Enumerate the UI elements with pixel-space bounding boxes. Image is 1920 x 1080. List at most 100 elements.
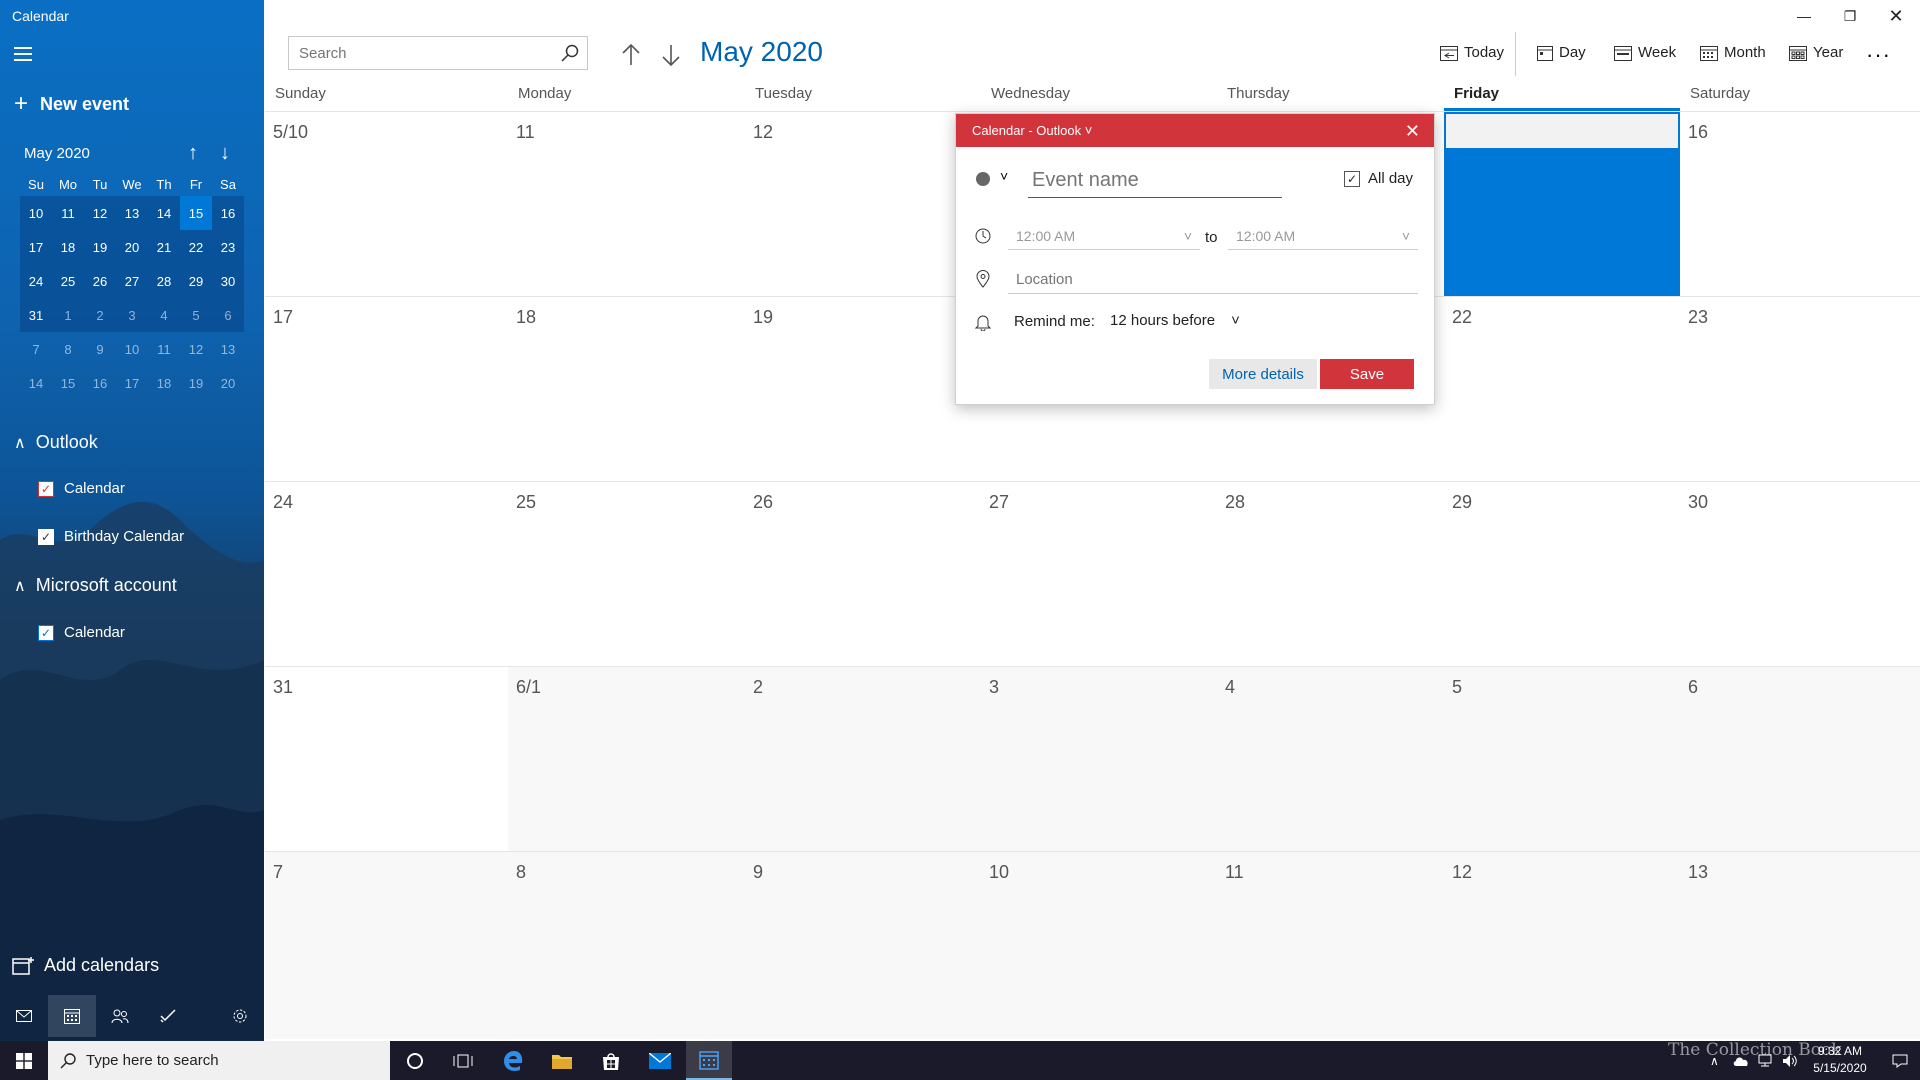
month-view-button[interactable]: Month: [1700, 44, 1766, 61]
more-details-button[interactable]: More details: [1209, 359, 1317, 389]
mini-calendar-day[interactable]: 30: [212, 264, 244, 298]
checkbox-checked-icon[interactable]: ✓: [1344, 170, 1360, 187]
day-cell[interactable]: 28: [1217, 481, 1444, 666]
mini-calendar-day[interactable]: 4: [148, 298, 180, 332]
day-cell[interactable]: 26: [745, 481, 981, 666]
mini-calendar-day[interactable]: 29: [180, 264, 212, 298]
mini-calendar-day[interactable]: 7: [20, 332, 52, 366]
mini-calendar-day[interactable]: 26: [84, 264, 116, 298]
save-button[interactable]: Save: [1320, 359, 1414, 389]
day-cell[interactable]: 27: [981, 481, 1217, 666]
taskbar-search-box[interactable]: Type here to search: [48, 1041, 390, 1080]
mini-calendar-day[interactable]: 11: [148, 332, 180, 366]
mini-next-arrow-icon[interactable]: ↓: [220, 143, 230, 163]
mini-calendar-day[interactable]: 17: [20, 230, 52, 264]
mini-calendar-day[interactable]: 14: [20, 366, 52, 400]
day-cell[interactable]: 30: [1680, 481, 1920, 666]
all-day-checkbox[interactable]: ✓ All day: [1344, 170, 1413, 187]
mini-calendar-day[interactable]: 9: [84, 332, 116, 366]
mini-calendar-day[interactable]: 11: [52, 196, 84, 230]
mini-calendar-day[interactable]: 22: [180, 230, 212, 264]
mini-calendar-day[interactable]: 24: [20, 264, 52, 298]
day-cell[interactable]: 11: [1217, 851, 1444, 1039]
day-cell[interactable]: 18: [508, 296, 745, 481]
mini-calendar-day[interactable]: 14: [148, 196, 180, 230]
day-cell[interactable]: 25: [508, 481, 745, 666]
mini-calendar-day[interactable]: 3: [116, 298, 148, 332]
mini-calendar-day[interactable]: 13: [116, 196, 148, 230]
day-cell[interactable]: 11: [508, 111, 745, 296]
mini-calendar-day[interactable]: 16: [212, 196, 244, 230]
day-cell[interactable]: 6: [1680, 666, 1920, 851]
mini-calendar-day[interactable]: 10: [116, 332, 148, 366]
mini-calendar-day[interactable]: 2: [84, 298, 116, 332]
day-cell[interactable]: 22: [1444, 296, 1680, 481]
cortana-icon[interactable]: [392, 1041, 438, 1080]
day-cell[interactable]: 29: [1444, 481, 1680, 666]
start-time-dropdown[interactable]: 12:00 AM ˅: [1008, 222, 1200, 250]
windows-start-icon[interactable]: [0, 1041, 48, 1080]
edge-browser-icon[interactable]: [490, 1041, 536, 1080]
search-icon[interactable]: [553, 37, 587, 69]
day-cell[interactable]: 12: [745, 111, 981, 296]
end-time-dropdown[interactable]: 12:00 AM ˅: [1228, 222, 1418, 250]
chevron-down-icon[interactable]: ˅: [1000, 168, 1008, 184]
mail-app-icon[interactable]: [637, 1041, 683, 1080]
group-outlook[interactable]: ∧ Outlook: [14, 432, 98, 453]
calendar-selector[interactable]: Calendar - Outlook ˅: [972, 123, 1092, 138]
people-icon[interactable]: [96, 995, 144, 1037]
week-view-button[interactable]: Week: [1614, 44, 1676, 61]
restore-icon[interactable]: ❐: [1832, 4, 1868, 28]
mini-calendar-day[interactable]: 15: [52, 366, 84, 400]
mini-calendar-day[interactable]: 20: [116, 230, 148, 264]
day-cell[interactable]: 12: [1444, 851, 1680, 1039]
mini-calendar-day[interactable]: 19: [180, 366, 212, 400]
mini-calendar-day[interactable]: 28: [148, 264, 180, 298]
group-microsoft-account[interactable]: ∧ Microsoft account: [14, 575, 177, 596]
mini-calendar-day[interactable]: 31: [20, 298, 52, 332]
new-event-button[interactable]: + New event: [14, 92, 129, 116]
mini-calendar-day[interactable]: 19: [84, 230, 116, 264]
mini-calendar-day[interactable]: 12: [180, 332, 212, 366]
file-explorer-icon[interactable]: [539, 1041, 585, 1080]
day-cell[interactable]: 17: [265, 296, 508, 481]
day-cell[interactable]: 5: [1444, 666, 1680, 851]
search-input[interactable]: [289, 37, 553, 69]
mini-calendar-month-label[interactable]: May 2020: [24, 145, 90, 162]
calendar-item-outlook-calendar[interactable]: ✓ Calendar: [38, 480, 125, 497]
day-cell[interactable]: 4: [1217, 666, 1444, 851]
day-cell[interactable]: 6/1: [508, 666, 745, 851]
day-cell[interactable]: 10: [981, 851, 1217, 1039]
mini-calendar-day[interactable]: 10: [20, 196, 52, 230]
day-cell[interactable]: 31: [265, 666, 508, 851]
reminder-dropdown[interactable]: 12 hours before ˅: [1110, 312, 1240, 329]
day-cell[interactable]: 13: [1680, 851, 1920, 1039]
mini-prev-arrow-icon[interactable]: ↑: [188, 143, 198, 163]
mini-calendar-day[interactable]: 17: [116, 366, 148, 400]
mini-calendar-today[interactable]: 15: [180, 196, 212, 230]
mini-calendar-day[interactable]: 1: [52, 298, 84, 332]
day-cell[interactable]: 7: [265, 851, 508, 1039]
checkbox-checked-icon[interactable]: ✓: [38, 624, 54, 641]
day-cell[interactable]: 16: [1680, 111, 1920, 296]
calendar-app-icon[interactable]: [686, 1041, 732, 1080]
mini-calendar-day[interactable]: 13: [212, 332, 244, 366]
minimize-icon[interactable]: —: [1786, 4, 1822, 28]
more-options-icon[interactable]: ···: [1866, 42, 1891, 68]
day-cell[interactable]: 9: [745, 851, 981, 1039]
close-icon[interactable]: ✕: [1405, 121, 1420, 142]
today-button[interactable]: Today: [1440, 44, 1504, 61]
checkbox-checked-icon[interactable]: ✓: [38, 480, 54, 497]
previous-month-arrow-icon[interactable]: [616, 40, 646, 70]
mini-calendar-day[interactable]: 18: [148, 366, 180, 400]
mail-icon[interactable]: [0, 995, 48, 1037]
calendar-item-birthday-calendar[interactable]: ✓ Birthday Calendar: [38, 528, 184, 545]
next-month-arrow-icon[interactable]: [656, 40, 686, 70]
mini-calendar-day[interactable]: 21: [148, 230, 180, 264]
location-input[interactable]: [1008, 266, 1418, 294]
add-calendars-button[interactable]: Add calendars: [12, 955, 159, 976]
event-color-dot-icon[interactable]: [976, 172, 990, 186]
mini-calendar-day[interactable]: 16: [84, 366, 116, 400]
calendar-icon[interactable]: [48, 995, 96, 1037]
todo-icon[interactable]: [144, 995, 192, 1037]
